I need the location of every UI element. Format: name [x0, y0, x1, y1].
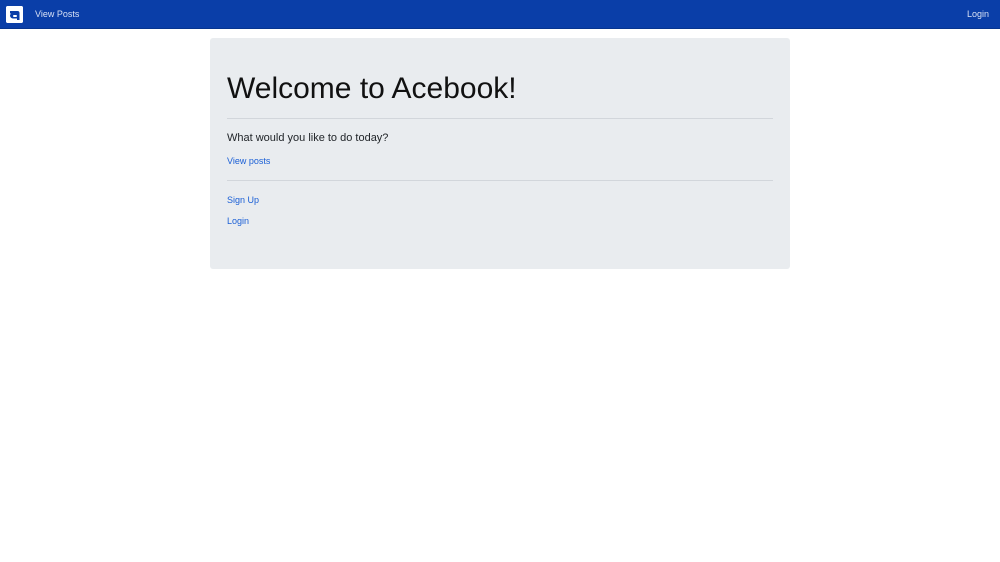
divider — [227, 118, 773, 119]
nav-login-link[interactable]: Login — [967, 0, 989, 29]
acebook-logo-icon[interactable] — [6, 6, 23, 23]
divider — [227, 180, 773, 181]
view-posts-link[interactable]: View posts — [227, 156, 270, 166]
nav-view-posts-link[interactable]: View Posts — [35, 0, 79, 29]
top-navbar: View Posts Login — [0, 0, 1000, 29]
login-link[interactable]: Login — [227, 216, 249, 226]
signup-link[interactable]: Sign Up — [227, 195, 259, 205]
page-title: Welcome to Acebook! — [227, 72, 517, 105]
welcome-lead-text: What would you like to do today? — [227, 132, 389, 144]
welcome-jumbotron: Welcome to Acebook! What would you like … — [210, 38, 790, 269]
